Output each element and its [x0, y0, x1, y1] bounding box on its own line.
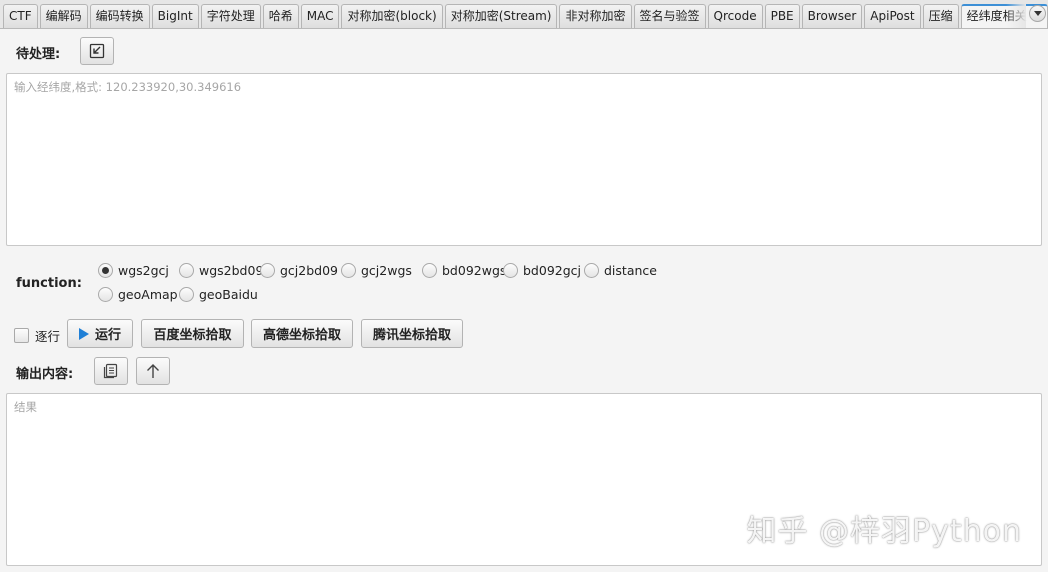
tab-qrcode[interactable]: Qrcode — [707, 4, 763, 28]
tab-label: 非对称加密 — [565, 9, 626, 23]
copy-icon — [103, 363, 119, 379]
tab-label: 哈希 — [268, 9, 293, 23]
output-label: 输出内容: — [16, 367, 74, 382]
tab-list: CTF 编解码 编码转换 BigInt 字符处理 哈希 MAC 对称加密(block) 对称加密… — [3, 4, 1048, 28]
radio-label: gcj2wgs — [361, 263, 412, 278]
radio-label: geoBaidu — [199, 287, 258, 302]
radio-dot — [98, 287, 113, 302]
radio-wgs2gcj[interactable]: wgs2gcj — [98, 263, 169, 278]
tab-string-process[interactable]: 字符处理 — [200, 4, 261, 28]
amap-pick-button[interactable]: 高德坐标拾取 — [251, 319, 353, 348]
radio-label: bd092wgs — [442, 263, 507, 278]
tab-mac[interactable]: MAC — [300, 4, 340, 28]
radio-distance[interactable]: distance — [584, 263, 657, 278]
tab-label: 编解码 — [45, 9, 82, 23]
tab-label: MAC — [306, 9, 334, 23]
tab-label: 对称加密(block) — [347, 9, 437, 23]
run-button[interactable]: 运行 — [67, 319, 133, 348]
tab-encode-decode[interactable]: 编解码 — [39, 4, 88, 28]
tab-bar: CTF 编解码 编码转换 BigInt 字符处理 哈希 MAC 对称加密(block) 对称加密… — [0, 0, 1048, 29]
tab-label: CTF — [9, 9, 32, 23]
tab-hash[interactable]: 哈希 — [262, 4, 299, 28]
run-label: 运行 — [94, 328, 121, 343]
tab-label: ApiPost — [870, 9, 915, 23]
tab-bigint[interactable]: BigInt — [151, 4, 199, 28]
line-by-line-checkbox[interactable]: 逐行 — [14, 326, 60, 345]
radio-dot — [584, 263, 599, 278]
radio-geobaidu[interactable]: geoBaidu — [179, 287, 258, 302]
tab-apipost[interactable]: ApiPost — [864, 4, 921, 28]
checkbox-label: 逐行 — [35, 329, 61, 344]
radio-label: wgs2gcj — [118, 263, 169, 278]
input-label: 待处理: — [16, 47, 61, 62]
radio-bd092gcj[interactable]: bd092gcj — [503, 263, 581, 278]
radio-dot — [179, 287, 194, 302]
radio-dot — [260, 263, 275, 278]
radio-label: gcj2bd09 — [280, 263, 339, 278]
radio-label: bd092gcj — [523, 263, 582, 278]
radio-label: distance — [604, 263, 657, 278]
tab-label: Qrcode — [713, 9, 757, 23]
radio-dot — [503, 263, 518, 278]
checkbox-box — [14, 328, 29, 343]
tab-overflow-fade — [1006, 0, 1026, 28]
radio-label: wgs2bd09 — [199, 263, 264, 278]
tab-sign-verify[interactable]: 签名与验签 — [633, 4, 706, 28]
tab-ctf[interactable]: CTF — [3, 4, 38, 28]
tencent-pick-button[interactable]: 腾讯坐标拾取 — [361, 319, 463, 348]
tab-pbe[interactable]: PBE — [764, 4, 800, 28]
radio-bd092wgs[interactable]: bd092wgs — [422, 263, 506, 278]
function-label: function: — [16, 276, 82, 291]
radio-geoamap[interactable]: geoAmap — [98, 287, 178, 302]
tab-label: PBE — [770, 9, 794, 23]
radio-gcj2bd09[interactable]: gcj2bd09 — [260, 263, 338, 278]
upload-button[interactable] — [136, 357, 170, 385]
radio-dot — [422, 263, 437, 278]
radio-dot — [98, 263, 113, 278]
import-icon — [89, 43, 105, 59]
copy-button[interactable] — [94, 357, 128, 385]
radio-dot — [341, 263, 356, 278]
baidu-pick-button[interactable]: 百度坐标拾取 — [141, 319, 244, 348]
radio-gcj2wgs[interactable]: gcj2wgs — [341, 263, 412, 278]
arrow-up-icon — [146, 363, 160, 379]
tab-label: 编码转换 — [95, 9, 144, 23]
radio-wgs2bd09[interactable]: wgs2bd09 — [179, 263, 263, 278]
tab-label: 对称加密(Stream) — [450, 9, 552, 23]
tab-label: Browser — [807, 9, 857, 23]
tab-label: 压缩 — [928, 9, 953, 23]
radio-dot — [179, 263, 194, 278]
coordinate-input[interactable] — [6, 73, 1042, 246]
radio-label: geoAmap — [118, 287, 178, 302]
tab-label: BigInt — [157, 9, 193, 23]
tab-asymmetric[interactable]: 非对称加密 — [559, 4, 632, 28]
tab-overflow-menu-icon[interactable] — [1029, 5, 1046, 22]
tencent-pick-label: 腾讯坐标拾取 — [372, 328, 451, 343]
tab-label: 字符处理 — [206, 9, 255, 23]
import-button[interactable] — [80, 37, 114, 65]
tab-encoding-convert[interactable]: 编码转换 — [89, 4, 150, 28]
tab-browser[interactable]: Browser — [801, 4, 863, 28]
tab-label: 签名与验签 — [639, 9, 700, 23]
baidu-pick-label: 百度坐标拾取 — [153, 328, 232, 343]
play-icon — [78, 327, 89, 340]
watermark: 知乎 @梓羽Python — [746, 514, 1022, 549]
tab-symmetric-stream[interactable]: 对称加密(Stream) — [444, 4, 558, 28]
tab-symmetric-block[interactable]: 对称加密(block) — [341, 4, 443, 28]
amap-pick-label: 高德坐标拾取 — [262, 328, 341, 343]
tab-compress[interactable]: 压缩 — [922, 4, 959, 28]
